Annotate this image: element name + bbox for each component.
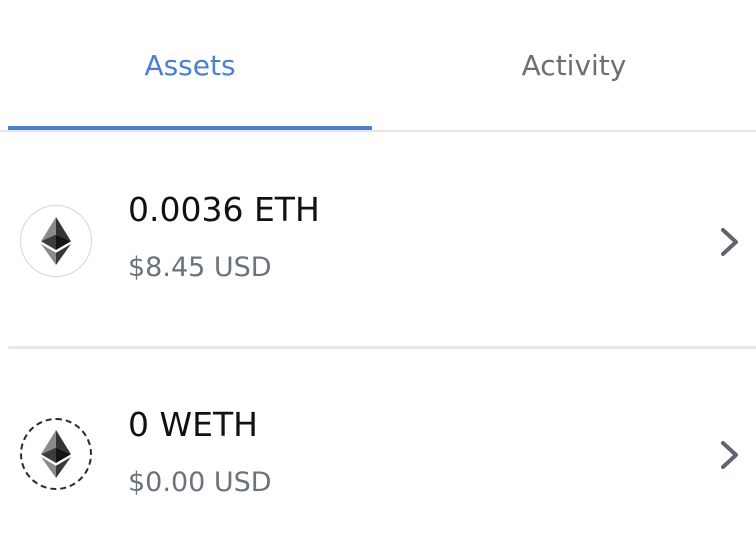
asset-list-item-eth[interactable]: 0.0036 ETH $8.45 USD bbox=[8, 134, 756, 348]
eth-icon bbox=[20, 205, 92, 277]
asset-balance: 0 WETH bbox=[128, 405, 258, 444]
tab-bar: Assets Activity bbox=[0, 0, 756, 132]
tab-assets[interactable]: Assets bbox=[8, 0, 372, 130]
chevron-right-icon bbox=[721, 441, 738, 469]
asset-list-item-weth[interactable]: 0 WETH $0.00 USD bbox=[8, 350, 756, 554]
chevron-right-icon bbox=[721, 228, 738, 256]
tab-activity[interactable]: Activity bbox=[392, 0, 756, 130]
weth-icon bbox=[20, 418, 92, 490]
tab-assets-label: Assets bbox=[144, 48, 236, 82]
wallet-panel: Assets Activity 0.0036 ETH $8.45 USD 0 W… bbox=[0, 0, 756, 554]
asset-balance: 0.0036 ETH bbox=[128, 190, 320, 229]
active-tab-indicator bbox=[8, 126, 372, 130]
asset-fiat-value: $0.00 USD bbox=[128, 467, 272, 498]
tab-activity-label: Activity bbox=[521, 48, 627, 82]
asset-fiat-value: $8.45 USD bbox=[128, 252, 272, 283]
list-divider bbox=[8, 346, 756, 349]
